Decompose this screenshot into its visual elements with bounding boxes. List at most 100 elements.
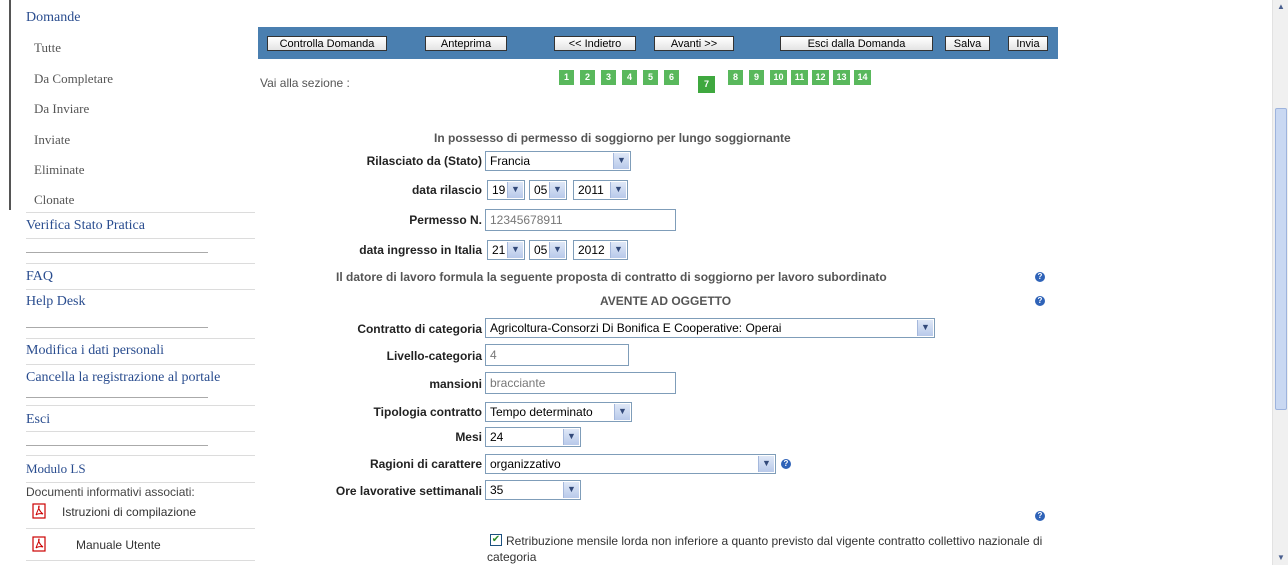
sidebar-item-da-completare[interactable]: Da Completare	[34, 71, 113, 87]
invia-button[interactable]: Invia	[1008, 36, 1048, 51]
sidebar-item-da-inviare[interactable]: Da Inviare	[34, 101, 89, 117]
section-5-button[interactable]: 5	[643, 70, 658, 85]
divider	[26, 405, 255, 406]
section-10-button[interactable]: 10	[770, 70, 787, 85]
chevron-down-icon: ▼	[507, 182, 523, 198]
month-value: 05	[534, 243, 548, 257]
section-9-button[interactable]: 9	[749, 70, 764, 85]
data-rilascio-month-select[interactable]: 05 ▼	[529, 180, 567, 200]
livello-input[interactable]: 4	[485, 344, 629, 366]
scroll-up-icon[interactable]: ▲	[1275, 2, 1287, 12]
help-icon[interactable]: ?	[1035, 272, 1045, 282]
sidebar-item-modulo-ls[interactable]: Modulo LS	[26, 461, 86, 477]
month-value: 05	[534, 183, 548, 197]
ore-select[interactable]: 35 ▼	[485, 480, 581, 500]
separator	[26, 397, 208, 398]
ragioni-select[interactable]: organizzativo ▼	[485, 454, 776, 474]
retribuzione-checkbox[interactable]: ✔	[490, 534, 502, 546]
sidebar-item-modifica-dati[interactable]: Modifica i dati personali	[26, 343, 164, 359]
anteprima-button[interactable]: Anteprima	[425, 36, 507, 51]
contratto-categoria-select[interactable]: Agricoltura-Consorzi Di Bonifica E Coope…	[485, 318, 935, 338]
rilasciato-select[interactable]: Francia ▼	[485, 151, 631, 171]
section-14-button[interactable]: 14	[854, 70, 871, 85]
data-rilascio-year-select[interactable]: 2011 ▼	[573, 180, 628, 200]
mesi-label: Mesi	[455, 430, 482, 444]
mansioni-label: mansioni	[429, 377, 482, 391]
chevron-down-icon: ▼	[917, 320, 933, 336]
section-11-button[interactable]: 11	[791, 70, 808, 85]
retribuzione-text-line2: categoria	[487, 550, 537, 564]
chevron-down-icon: ▼	[614, 404, 630, 420]
doc-link-manuale-utente[interactable]: Manuale Utente	[76, 538, 161, 552]
documenti-label: Documenti informativi associati:	[26, 485, 195, 499]
divider	[26, 338, 255, 339]
section-1-button[interactable]: 1	[559, 70, 574, 85]
sidebar-item-inviate[interactable]: Inviate	[34, 132, 70, 148]
section-13-button[interactable]: 13	[833, 70, 850, 85]
permesso-label: Permesso N.	[409, 213, 482, 227]
tipologia-select[interactable]: Tempo determinato ▼	[485, 402, 632, 422]
sidebar: Domande Tutte Da Completare Da Inviare I…	[0, 0, 255, 565]
sidebar-item-verifica-stato-pratica[interactable]: Verifica Stato Pratica	[26, 218, 145, 234]
chevron-down-icon: ▼	[610, 182, 626, 198]
pdf-icon	[32, 503, 46, 519]
avanti-button[interactable]: Avanti >>	[654, 36, 734, 51]
divider	[26, 528, 255, 529]
section-8-button[interactable]: 8	[728, 70, 743, 85]
esci-domanda-button[interactable]: Esci dalla Domanda	[780, 36, 933, 51]
data-ingresso-day-select[interactable]: 21 ▼	[487, 240, 525, 260]
sidebar-item-esci[interactable]: Esci	[26, 412, 50, 428]
sidebar-item-clonate[interactable]: Clonate	[34, 192, 74, 208]
rilasciato-value: Francia	[490, 154, 531, 168]
controlla-domanda-button[interactable]: Controlla Domanda	[267, 36, 387, 51]
day-value: 21	[492, 243, 506, 257]
indietro-button[interactable]: << Indietro	[554, 36, 636, 51]
divider	[26, 238, 255, 239]
sidebar-item-tutte[interactable]: Tutte	[34, 40, 61, 56]
chevron-down-icon: ▼	[563, 482, 579, 498]
mesi-select[interactable]: 24 ▼	[485, 427, 581, 447]
divider	[26, 263, 255, 264]
scrollbar-thumb[interactable]	[1275, 108, 1287, 410]
contratto-categoria-label: Contratto di categoria	[357, 322, 482, 336]
section-12-button[interactable]: 12	[812, 70, 829, 85]
doc-link-istruzioni[interactable]: Istruzioni di compilazione	[62, 505, 196, 519]
help-icon[interactable]: ?	[781, 459, 791, 469]
divider	[26, 482, 255, 483]
divider	[26, 431, 255, 432]
salva-button[interactable]: Salva	[945, 36, 990, 51]
vertical-scrollbar[interactable]: ▲ ▼	[1272, 0, 1288, 565]
sidebar-item-domande[interactable]: Domande	[26, 10, 80, 26]
divider	[26, 455, 255, 456]
sidebar-item-cancella-registrazione[interactable]: Cancella la registrazione al portale	[26, 370, 220, 386]
chevron-down-icon: ▼	[758, 456, 774, 472]
section-4-button[interactable]: 4	[622, 70, 637, 85]
sidebar-item-help-desk[interactable]: Help Desk	[26, 294, 86, 310]
help-icon[interactable]: ?	[1035, 511, 1045, 521]
rilasciato-label: Rilasciato da (Stato)	[366, 154, 482, 168]
help-icon[interactable]: ?	[1035, 296, 1045, 306]
mansioni-input[interactable]: bracciante	[485, 372, 676, 394]
data-ingresso-year-select[interactable]: 2012 ▼	[573, 240, 628, 260]
permesso-input[interactable]: 12345678911	[485, 209, 676, 231]
section-title-permesso: In possesso di permesso di soggiorno per…	[434, 131, 791, 145]
section-2-button[interactable]: 2	[580, 70, 595, 85]
separator	[26, 252, 208, 253]
data-ingresso-month-select[interactable]: 05 ▼	[529, 240, 567, 260]
scroll-down-icon[interactable]: ▼	[1275, 553, 1287, 563]
retribuzione-text-line1: Retribuzione mensile lorda non inferiore…	[506, 534, 1043, 548]
section-3-button[interactable]: 3	[601, 70, 616, 85]
chevron-down-icon: ▼	[563, 429, 579, 445]
avente-ad-oggetto-title: AVENTE AD OGGETTO	[600, 294, 732, 308]
sidebar-item-eliminate[interactable]: Eliminate	[34, 162, 85, 178]
separator	[26, 327, 208, 328]
year-value: 2011	[578, 183, 604, 197]
section-6-button[interactable]: 6	[664, 70, 679, 85]
mesi-value: 24	[490, 430, 504, 444]
sidebar-item-faq[interactable]: FAQ	[26, 269, 53, 285]
section-7-button[interactable]: 7	[698, 76, 715, 93]
chevron-down-icon: ▼	[549, 242, 565, 258]
chevron-down-icon: ▼	[613, 153, 629, 169]
pdf-icon	[32, 536, 46, 552]
data-rilascio-day-select[interactable]: 19 ▼	[487, 180, 525, 200]
